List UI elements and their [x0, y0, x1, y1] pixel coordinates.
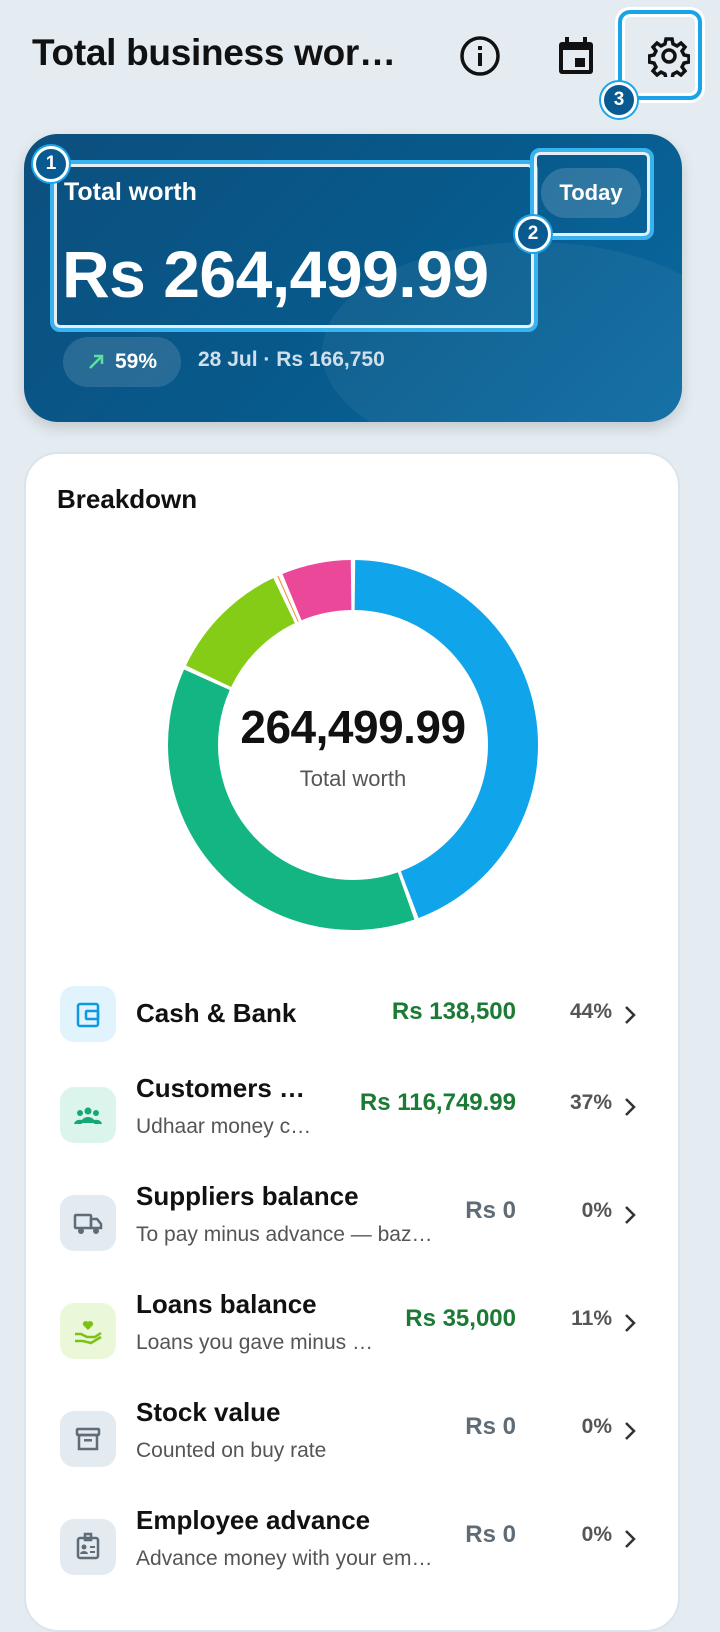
trend-comparison: 28 Jul · Rs 166,750 [198, 348, 385, 372]
row-name: Cash & Bank [136, 998, 296, 1029]
row-subtitle: Advance money with your em… [136, 1547, 432, 1571]
marker-2: 2 [515, 216, 551, 252]
breakdown-row[interactable]: Suppliers balance To pay minus advance —… [58, 1183, 658, 1263]
row-percent: 0% [582, 1523, 612, 1547]
truck-icon [60, 1195, 116, 1251]
breakdown-title: Breakdown [57, 484, 197, 515]
hand-heart-icon [60, 1303, 116, 1359]
breakdown-row[interactable]: Customers wi… Udhaar money co… Rs 116,74… [58, 1075, 658, 1155]
calendar-icon [556, 35, 596, 77]
row-percent: 0% [582, 1415, 612, 1439]
marker-1: 1 [33, 146, 69, 182]
row-subtitle: Udhaar money co… [136, 1115, 320, 1139]
chevron-right-icon [620, 1417, 640, 1445]
row-subtitle: To pay minus advance — baz… [136, 1223, 432, 1247]
row-amount: Rs 116,749.99 [360, 1089, 516, 1117]
row-amount: Rs 35,000 [405, 1305, 516, 1333]
people-icon [60, 1087, 116, 1143]
row-amount: Rs 0 [465, 1521, 516, 1549]
donut-center-label: Total worth [164, 766, 542, 792]
chevron-right-icon [620, 1525, 640, 1553]
wallet-icon [60, 986, 116, 1042]
row-percent: 37% [570, 1091, 612, 1115]
trend-up-arrow-icon [87, 353, 105, 371]
row-amount: Rs 0 [465, 1413, 516, 1441]
row-name: Loans balance [136, 1289, 317, 1320]
chevron-right-icon [620, 1309, 640, 1337]
breakdown-row[interactable]: Loans balance Loans you gave minus … Rs … [58, 1291, 658, 1371]
info-button[interactable] [452, 28, 508, 84]
breakdown-row[interactable]: Employee advance Advance money with your… [58, 1507, 658, 1587]
trend-percent: 59% [115, 350, 157, 374]
calendar-button[interactable] [548, 28, 604, 84]
info-icon [458, 34, 502, 78]
row-subtitle: Counted on buy rate [136, 1439, 326, 1463]
row-name: Customers wi… [136, 1073, 320, 1104]
donut-center-value: 264,499.99 [164, 700, 542, 754]
archive-box-icon [60, 1411, 116, 1467]
row-subtitle: Loans you gave minus … [136, 1331, 373, 1355]
row-amount: Rs 0 [465, 1197, 516, 1225]
chevron-right-icon [620, 1201, 640, 1229]
page-title: Total business wor… [32, 32, 412, 74]
breakdown-row[interactable]: Cash & Bank Rs 138,500 44% [58, 974, 658, 1054]
id-badge-icon [60, 1519, 116, 1575]
donut-segment-4 [292, 585, 351, 597]
row-percent: 0% [582, 1199, 612, 1223]
trend-badge: 59% [63, 337, 181, 387]
row-name: Employee advance [136, 1505, 370, 1536]
row-percent: 44% [570, 1000, 612, 1024]
marker-3: 3 [601, 82, 637, 118]
breakdown-row[interactable]: Stock value Counted on buy rate Rs 0 0% [58, 1399, 658, 1479]
chevron-right-icon [620, 1001, 640, 1029]
donut-segment-2 [209, 601, 285, 677]
row-amount: Rs 138,500 [392, 998, 516, 1026]
row-name: Stock value [136, 1397, 281, 1428]
row-percent: 11% [571, 1307, 612, 1331]
row-name: Suppliers balance [136, 1181, 359, 1212]
worth-highlight [50, 160, 538, 332]
chevron-right-icon [620, 1093, 640, 1121]
